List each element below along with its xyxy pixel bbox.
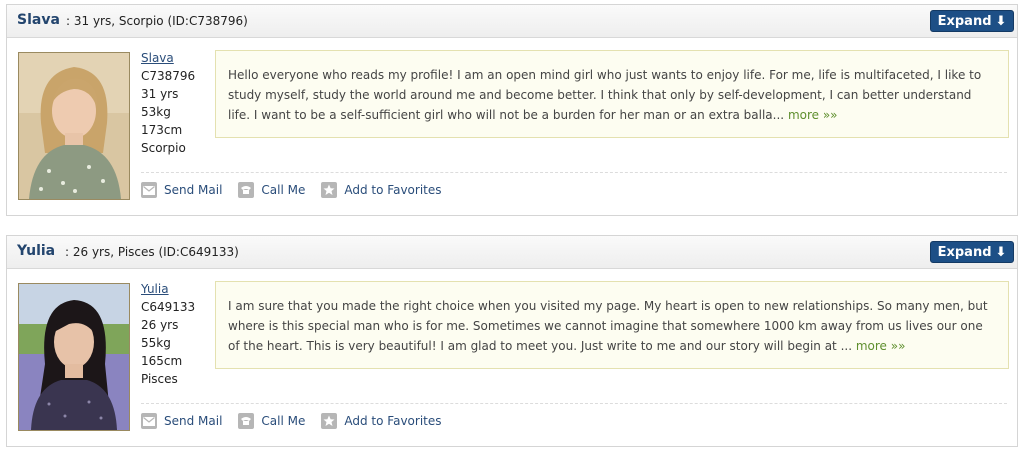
phone-icon	[238, 182, 255, 198]
star-icon	[321, 182, 338, 198]
profile-weight: 53kg	[141, 105, 171, 119]
arrow-down-icon: ⬇	[995, 244, 1007, 260]
add-favorites-button[interactable]: Add to Favorites	[321, 413, 442, 429]
profile-sign: Pisces	[141, 372, 178, 386]
expand-button[interactable]: Expand ⬇	[930, 10, 1014, 32]
divider	[141, 172, 1007, 173]
profile-card: Yulia : 26 yrs, Pisces (ID:C649133) Expa…	[6, 235, 1018, 447]
send-mail-label: Send Mail	[164, 183, 223, 197]
call-me-button[interactable]: Call Me	[238, 182, 305, 198]
expand-label: Expand	[937, 13, 992, 29]
profile-sign: Scorpio	[141, 141, 186, 155]
send-mail-button[interactable]: Send Mail	[141, 182, 222, 198]
send-mail-button[interactable]: Send Mail	[141, 413, 222, 429]
add-favorites-label: Add to Favorites	[344, 414, 442, 428]
profile-actions: Send Mail Call Me Add to Favorites	[141, 182, 458, 198]
call-me-button[interactable]: Call Me	[238, 413, 305, 429]
profile-name-link[interactable]: Yulia	[141, 280, 195, 298]
send-mail-label: Send Mail	[164, 414, 223, 428]
bio-text: Hello everyone who reads my profile! I a…	[228, 68, 982, 122]
divider	[141, 403, 1007, 404]
profile-stats: Yulia C649133 26 yrs 55kg 165cm Pisces	[141, 280, 195, 388]
profile-age: 26 yrs	[141, 318, 179, 332]
more-link[interactable]: more »»	[788, 108, 838, 122]
profile-height: 165cm	[141, 354, 183, 368]
profile-photo[interactable]	[18, 283, 130, 431]
call-me-label: Call Me	[261, 183, 306, 197]
profile-id: C738796	[141, 69, 196, 83]
star-icon	[321, 413, 338, 429]
add-favorites-label: Add to Favorites	[344, 183, 442, 197]
more-link[interactable]: more »»	[856, 339, 906, 353]
profile-card: Slava : 31 yrs, Scorpio (ID:C738796) Exp…	[6, 4, 1018, 216]
profile-actions: Send Mail Call Me Add to Favorites	[141, 413, 458, 429]
profile-summary: : 26 yrs, Pisces (ID:C649133)	[65, 245, 239, 259]
expand-label: Expand	[937, 244, 992, 260]
mail-icon	[141, 182, 157, 198]
add-favorites-button[interactable]: Add to Favorites	[321, 182, 442, 198]
call-me-label: Call Me	[261, 414, 306, 428]
profile-name-link[interactable]: Slava	[141, 49, 195, 67]
profile-age: 31 yrs	[141, 87, 179, 101]
phone-icon	[238, 413, 255, 429]
profile-weight: 55kg	[141, 336, 171, 350]
profile-height: 173cm	[141, 123, 183, 137]
profile-name-heading[interactable]: Yulia	[17, 243, 55, 259]
profile-summary: : 31 yrs, Scorpio (ID:C738796)	[66, 14, 248, 28]
profile-id: C649133	[141, 300, 196, 314]
card-header: Yulia : 26 yrs, Pisces (ID:C649133) Expa…	[7, 236, 1017, 269]
profile-name-heading[interactable]: Slava	[17, 12, 60, 28]
card-header: Slava : 31 yrs, Scorpio (ID:C738796) Exp…	[7, 5, 1017, 38]
mail-icon	[141, 413, 157, 429]
expand-button[interactable]: Expand ⬇	[930, 241, 1014, 263]
profile-bio: I am sure that you made the right choice…	[215, 281, 1009, 369]
profile-bio: Hello everyone who reads my profile! I a…	[215, 50, 1009, 138]
arrow-down-icon: ⬇	[995, 13, 1007, 29]
profile-stats: Slava C738796 31 yrs 53kg 173cm Scorpio	[141, 49, 195, 157]
profile-photo[interactable]	[18, 52, 130, 200]
